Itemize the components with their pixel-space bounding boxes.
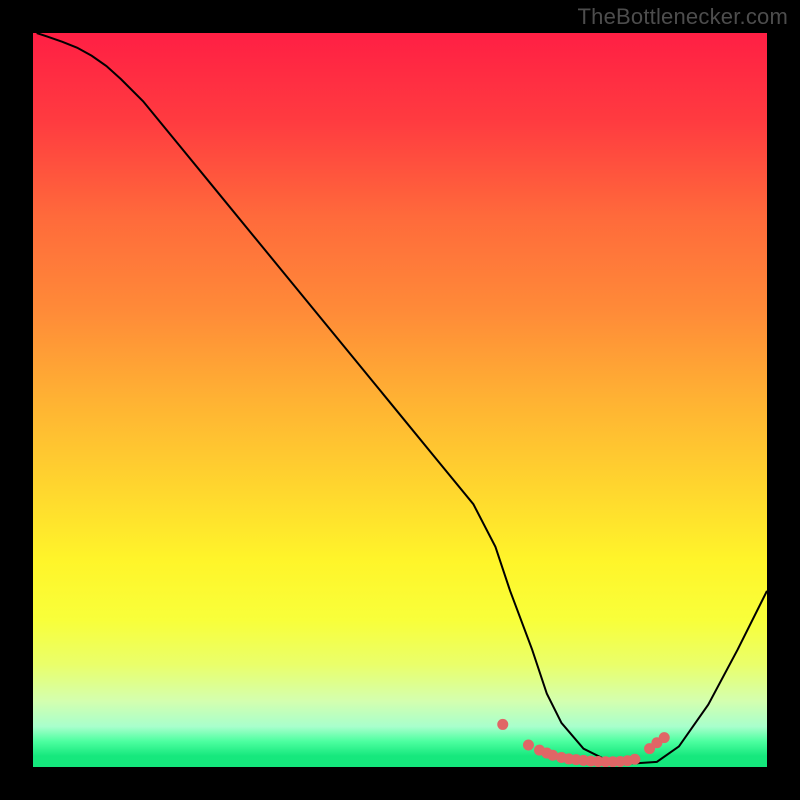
marker-point bbox=[629, 754, 640, 765]
chart-frame: TheBottlenecker.com bbox=[0, 0, 800, 800]
chart-background bbox=[33, 33, 767, 767]
chart-svg bbox=[33, 33, 767, 767]
watermark-label: TheBottlenecker.com bbox=[578, 4, 788, 30]
marker-point bbox=[659, 732, 670, 743]
marker-point bbox=[523, 739, 534, 750]
marker-point bbox=[497, 719, 508, 730]
plot-area bbox=[33, 33, 767, 767]
